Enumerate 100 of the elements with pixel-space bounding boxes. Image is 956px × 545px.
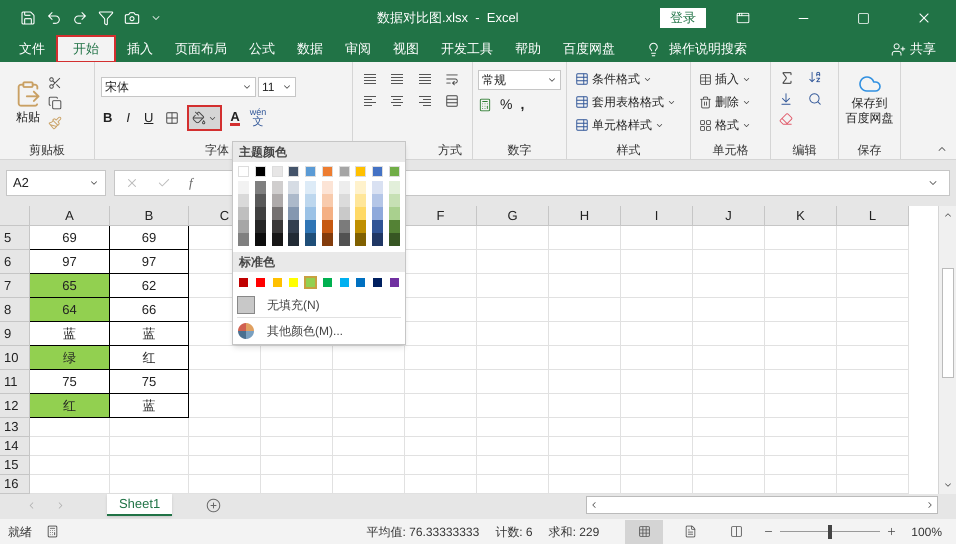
color-swatch[interactable] — [355, 194, 366, 207]
vertical-scrollbar[interactable] — [938, 206, 956, 494]
color-swatch[interactable] — [322, 220, 333, 233]
ribbon-tab[interactable]: 公式 — [239, 36, 285, 62]
align-middle-icon[interactable] — [390, 73, 404, 85]
comma-button[interactable]: , — [520, 94, 524, 115]
column-header[interactable]: K — [765, 206, 837, 226]
number-format-field[interactable]: 常规 — [478, 70, 561, 90]
percent-button[interactable]: % — [500, 94, 512, 115]
more-colors-item[interactable]: 其他颜色(M)... — [233, 318, 405, 344]
color-swatch[interactable] — [322, 194, 333, 207]
ribbon-display-icon[interactable] — [736, 11, 750, 25]
align-bottom-icon[interactable] — [418, 73, 432, 85]
color-swatch[interactable] — [254, 233, 266, 246]
font-size-field[interactable]: 11 — [258, 77, 296, 97]
color-swatch[interactable] — [238, 220, 249, 233]
color-swatch[interactable] — [254, 181, 266, 194]
color-swatch[interactable] — [372, 207, 384, 220]
search-icon[interactable] — [808, 92, 822, 106]
zoom-slider[interactable] — [778, 524, 882, 538]
row-header[interactable]: 6 — [0, 250, 30, 274]
cells-button[interactable]: 格式 — [699, 116, 751, 134]
color-swatch[interactable] — [372, 233, 384, 246]
align-center-icon[interactable] — [390, 95, 404, 107]
row-header[interactable]: 13 — [0, 418, 30, 437]
color-swatch[interactable] — [288, 220, 300, 233]
add-sheet-icon[interactable] — [206, 498, 222, 513]
filter-icon[interactable] — [98, 10, 114, 26]
ribbon-tab[interactable]: 文件 — [9, 36, 55, 62]
color-swatch[interactable] — [322, 181, 333, 194]
color-swatch[interactable] — [388, 194, 400, 207]
name-box[interactable]: A2 — [6, 170, 106, 196]
ribbon-tab[interactable]: 页面布局 — [165, 36, 237, 62]
save-to-cloud-button[interactable]: 保存到 百度网盘 — [846, 72, 894, 126]
fill-color-button[interactable] — [189, 107, 220, 129]
color-swatch[interactable] — [254, 194, 266, 207]
ribbon-tab[interactable]: 开始 — [57, 36, 115, 62]
row-header[interactable]: 11 — [0, 370, 30, 394]
search-hint[interactable]: 操作说明搜索 — [669, 39, 747, 59]
row-header[interactable]: 10 — [0, 346, 30, 370]
redo-icon[interactable] — [72, 10, 88, 26]
row-header[interactable]: 14 — [0, 437, 30, 456]
bold-button[interactable]: B — [101, 108, 114, 128]
color-swatch[interactable] — [272, 220, 283, 233]
ribbon-tab[interactable]: 帮助 — [505, 36, 551, 62]
color-swatch[interactable] — [288, 194, 300, 207]
color-swatch[interactable] — [355, 181, 366, 194]
clear-icon[interactable] — [779, 112, 793, 126]
save-icon[interactable] — [20, 10, 36, 26]
align-top-icon[interactable] — [363, 73, 377, 85]
row-header[interactable]: 16 — [0, 475, 30, 494]
color-swatch[interactable] — [254, 207, 266, 220]
color-swatch[interactable] — [305, 233, 316, 246]
cells-button[interactable]: 插入 — [699, 70, 751, 88]
color-swatch[interactable] — [305, 207, 316, 220]
color-swatch[interactable] — [388, 233, 400, 246]
italic-button[interactable]: I — [124, 108, 132, 128]
function-label[interactable]: f — [189, 173, 193, 193]
color-swatch[interactable] — [338, 220, 350, 233]
column-header[interactable]: L — [837, 206, 909, 226]
color-swatch[interactable] — [305, 220, 316, 233]
ribbon-tab[interactable]: 视图 — [383, 36, 429, 62]
login-button[interactable]: 登录 — [660, 8, 706, 28]
color-swatch[interactable] — [272, 233, 283, 246]
ribbon-tab[interactable]: 插入 — [117, 36, 163, 62]
cells-button[interactable]: 删除 — [699, 93, 751, 111]
fill-down-icon[interactable] — [779, 92, 793, 106]
column-header[interactable]: B — [110, 206, 189, 226]
zoom-in-icon[interactable] — [886, 526, 898, 537]
horizontal-scrollbar[interactable] — [586, 496, 938, 514]
sheet-tab[interactable]: Sheet1 — [107, 494, 172, 516]
color-swatch[interactable] — [372, 181, 384, 194]
camera-icon[interactable] — [124, 10, 140, 26]
no-fill-item[interactable]: 无填充(N) — [233, 293, 405, 317]
zoom-level[interactable]: 100% — [911, 522, 942, 540]
color-swatch[interactable] — [305, 181, 316, 194]
row-header[interactable]: 7 — [0, 274, 30, 298]
color-swatch[interactable] — [388, 220, 400, 233]
color-swatch[interactable] — [355, 207, 366, 220]
font-name-field[interactable]: 宋体 — [101, 77, 256, 97]
row-header[interactable]: 9 — [0, 322, 30, 346]
column-header[interactable]: H — [549, 206, 621, 226]
color-swatch[interactable] — [355, 233, 366, 246]
scroll-thumb[interactable] — [942, 268, 954, 378]
color-swatch[interactable] — [338, 233, 350, 246]
color-swatch[interactable] — [388, 207, 400, 220]
color-swatch[interactable] — [238, 194, 249, 207]
color-swatch[interactable] — [338, 181, 350, 194]
color-swatch[interactable] — [288, 181, 300, 194]
color-swatch[interactable] — [355, 220, 366, 233]
color-swatch[interactable] — [288, 233, 300, 246]
maximize-icon[interactable] — [857, 12, 870, 24]
color-swatch[interactable] — [322, 207, 333, 220]
color-swatch[interactable] — [238, 207, 249, 220]
align-right-icon[interactable] — [418, 95, 432, 107]
merge-icon[interactable] — [444, 94, 459, 108]
color-swatch[interactable] — [305, 194, 316, 207]
row-header[interactable]: 15 — [0, 456, 30, 475]
share-button[interactable]: 共享 — [891, 36, 936, 62]
color-swatch[interactable] — [238, 233, 249, 246]
